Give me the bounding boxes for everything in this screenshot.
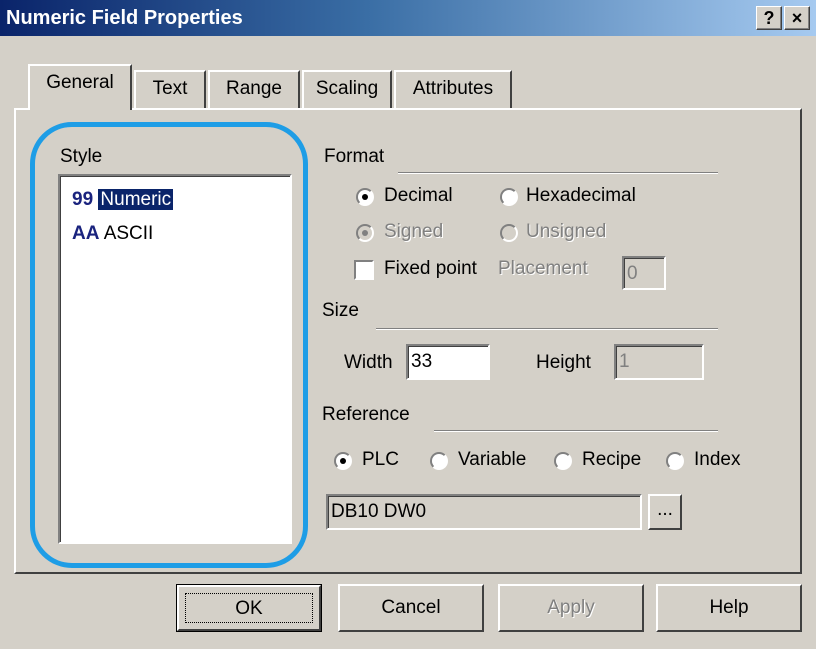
variable-radio[interactable] [430,452,448,470]
width-value: 33 [411,351,433,372]
fixed-point-label: Fixed point [384,258,477,279]
hexadecimal-radio[interactable] [500,188,518,206]
height-label: Height [536,352,591,373]
reference-label: Reference [322,404,410,425]
hexadecimal-label: Hexadecimal [526,185,636,206]
cancel-button[interactable]: Cancel [338,584,484,632]
address-field[interactable]: DB10 DW0 [326,494,642,530]
signed-radio[interactable] [356,224,374,242]
plc-radio[interactable] [334,452,352,470]
placement-value: 0 [627,263,638,284]
close-button[interactable]: × [784,6,810,30]
ok-label: OK [235,598,263,619]
height-value: 1 [619,351,630,372]
plc-label: PLC [362,449,399,470]
tab-scaling[interactable]: Scaling [302,70,392,108]
size-label: Size [322,300,359,321]
address-value: DB10 DW0 [331,501,427,522]
help-title-button[interactable]: ? [756,6,782,30]
tab-general[interactable]: General [28,64,132,110]
index-label: Index [694,449,741,470]
placement-field[interactable]: 0 [622,256,666,290]
variable-label: Variable [458,449,527,470]
apply-label: Apply [547,597,595,618]
title-bar: Numeric Field Properties ? × [0,0,816,36]
divider [376,328,718,330]
index-radio[interactable] [666,452,684,470]
recipe-radio[interactable] [554,452,572,470]
fixed-point-checkbox[interactable] [354,260,374,280]
unsigned-radio[interactable] [500,224,518,242]
width-field[interactable]: 33 [406,344,490,380]
placement-label: Placement [498,258,588,279]
divider [434,430,718,432]
window-title: Numeric Field Properties [6,7,243,29]
tab-range[interactable]: Range [208,70,300,108]
recipe-label: Recipe [582,449,642,470]
apply-button[interactable]: Apply [498,584,644,632]
help-button[interactable]: Help [656,584,802,632]
signed-label: Signed [384,221,444,242]
highlight-ring [30,122,308,568]
divider [398,172,718,174]
decimal-radio[interactable] [356,188,374,206]
ok-button[interactable]: OK [176,584,322,632]
browse-button[interactable]: ... [648,494,682,530]
decimal-label: Decimal [384,185,453,206]
tab-attributes[interactable]: Attributes [394,70,512,108]
unsigned-label: Unsigned [526,221,607,242]
format-label: Format [324,146,385,167]
width-label: Width [344,352,393,373]
height-field[interactable]: 1 [614,344,704,380]
tab-text[interactable]: Text [134,70,206,108]
